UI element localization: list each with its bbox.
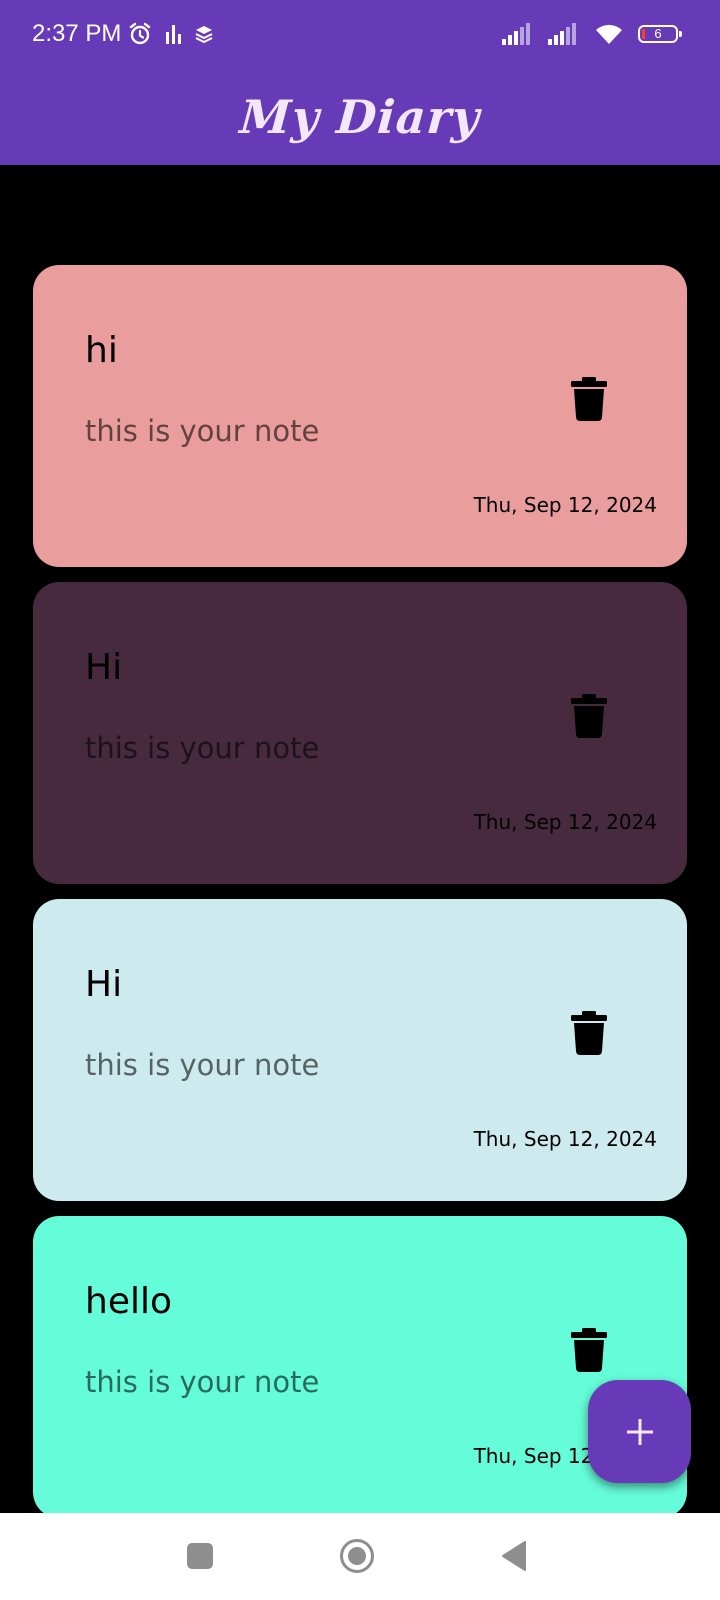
home-icon [340, 1539, 374, 1573]
alarm-icon [129, 22, 151, 45]
delete-icon[interactable] [571, 1011, 607, 1055]
note-date: Thu, Sep 12, 2024 [473, 1127, 657, 1151]
data-activity-icon [166, 25, 181, 44]
battery-level: 6 [654, 26, 662, 41]
system-nav-bar [0, 1513, 720, 1600]
recents-icon [187, 1543, 213, 1569]
delete-icon[interactable] [571, 377, 607, 421]
add-note-button[interactable] [588, 1380, 691, 1483]
note-title: Hi [85, 964, 123, 1005]
note-date: Thu, Sep 12, 2024 [473, 493, 657, 517]
layers-icon [195, 26, 213, 44]
back-icon [502, 1541, 526, 1571]
delete-icon[interactable] [571, 694, 607, 738]
status-time: 2:37 PM [32, 20, 122, 47]
note-body: this is your note [85, 1048, 320, 1082]
recents-button[interactable] [182, 1538, 218, 1574]
battery-fill [642, 29, 645, 39]
note-body: this is your note [85, 414, 320, 448]
note-card[interactable]: hello this is your note Thu, Sep 12, 202… [33, 1216, 687, 1513]
note-title: Hi [85, 647, 123, 688]
note-body: this is your note [85, 1365, 320, 1399]
signal-icon [548, 23, 576, 45]
wifi-icon [596, 24, 622, 44]
note-date: Thu, Sep 12, 2024 [473, 810, 657, 834]
note-title: hi [85, 330, 118, 371]
plus-icon [626, 1418, 653, 1445]
battery-icon: 6 [638, 25, 682, 43]
note-title: hello [85, 1281, 172, 1322]
app-bar: My Diary [0, 68, 720, 165]
note-card[interactable]: hi this is your note Thu, Sep 12, 2024 [33, 265, 687, 567]
app-title: My Diary [238, 89, 482, 144]
notes-list[interactable]: hi this is your note Thu, Sep 12, 2024 H… [0, 165, 720, 1513]
note-body: this is your note [85, 731, 320, 765]
status-left-icons [128, 20, 214, 48]
status-right-icons: 6 [502, 20, 682, 48]
back-button[interactable] [496, 1538, 532, 1574]
delete-icon[interactable] [571, 1328, 607, 1372]
home-button[interactable] [339, 1538, 375, 1574]
status-bar: 2:37 PM 6 [0, 0, 720, 68]
note-card[interactable]: Hi this is your note Thu, Sep 12, 2024 [33, 899, 687, 1201]
note-card[interactable]: Hi this is your note Thu, Sep 12, 2024 [33, 582, 687, 884]
signal-icon [502, 23, 530, 45]
